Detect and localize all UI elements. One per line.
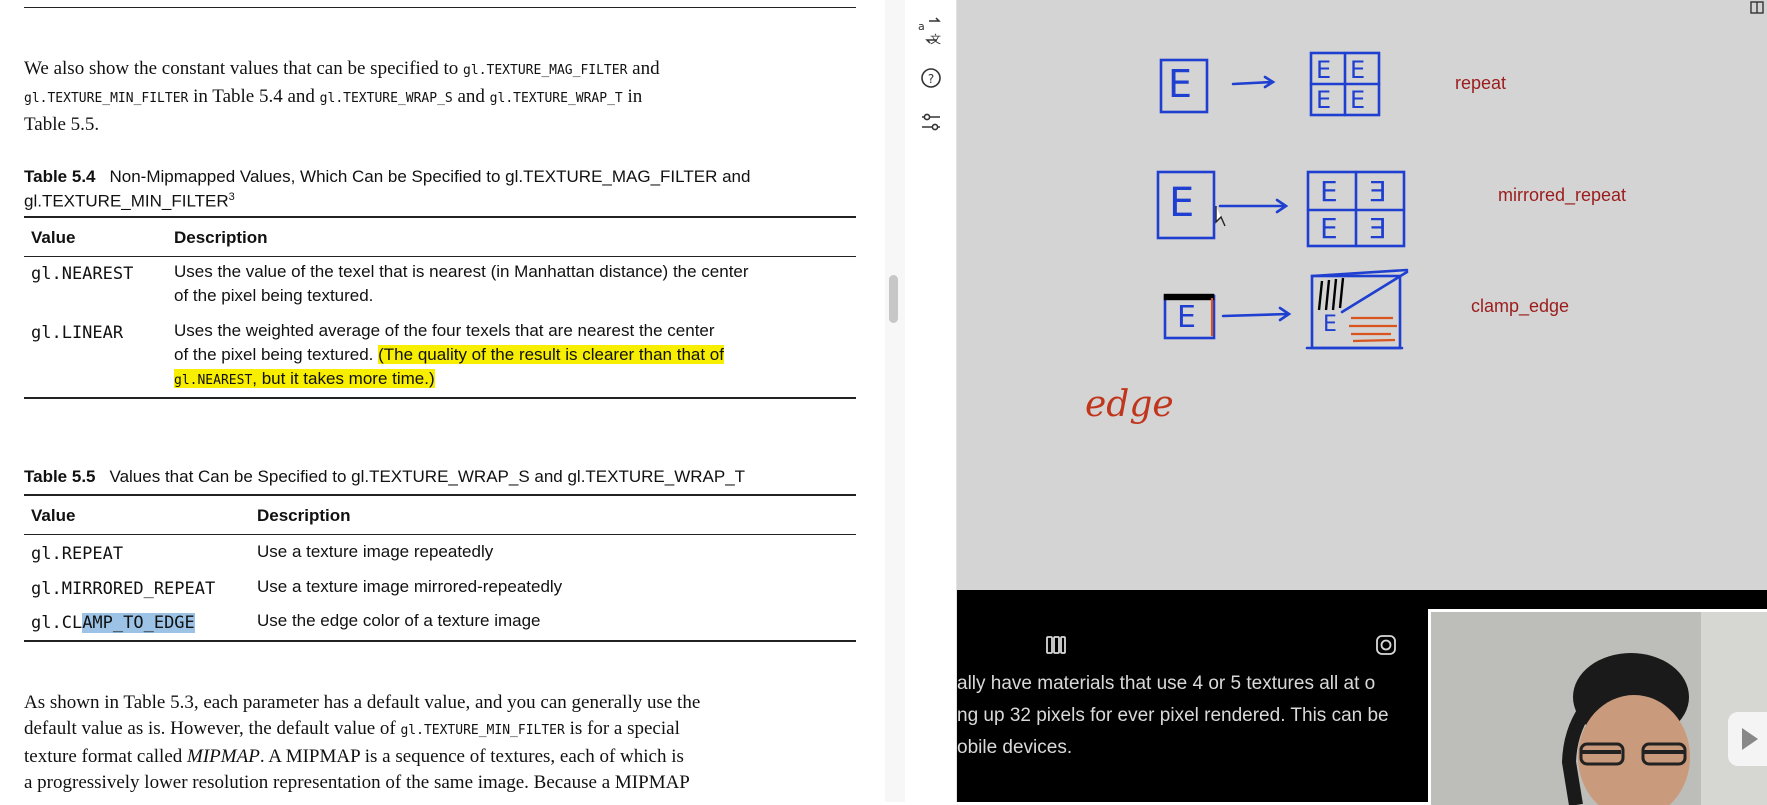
whiteboard-glyph: E	[1169, 180, 1195, 226]
table-rule	[24, 494, 856, 496]
table-rule	[24, 256, 856, 257]
outro-text: As shown in Table 5.3, each parameter ha…	[24, 692, 701, 713]
document-scrollbar-thumb[interactable]	[889, 275, 898, 323]
outro-text: is for a special	[564, 718, 680, 739]
caption-text: gl.TEXTURE_MIN_FILTER	[24, 191, 229, 211]
whiteboard-glyph: E	[1177, 300, 1196, 335]
whiteboard-glyph: E	[1168, 62, 1193, 106]
code-wrap-t: gl.TEXTURE_WRAP_T	[489, 91, 623, 106]
whiteboard-glyph: E	[1316, 86, 1332, 114]
whiteboard-canvas[interactable]: E E E E E E E Ǝ E Ǝ E E repeat mirrored_…	[957, 0, 1767, 590]
table-cell-value: gl.LINEAR	[31, 323, 124, 343]
code-mag-filter: gl.TEXTURE_MAG_FILTER	[463, 63, 628, 78]
highlighted-annotation[interactable]: (The quality of the result is clearer th…	[378, 345, 724, 364]
svg-text:文: 文	[930, 32, 941, 46]
table-cell-description: Use the edge color of a texture image	[257, 611, 541, 630]
outro-text: a progressively lower resolution represe…	[24, 772, 690, 793]
table-rule	[24, 534, 856, 535]
column-header-description: Description	[174, 228, 268, 247]
column-header-value: Value	[31, 228, 76, 247]
table-cell-description: Uses the value of the texel that is near…	[174, 260, 749, 308]
intro-text: in Table 5.4 and	[188, 86, 320, 107]
outro-paragraph: As shown in Table 5.3, each parameter ha…	[24, 690, 854, 796]
table-rule	[24, 216, 856, 218]
sliders-icon[interactable]	[915, 106, 947, 138]
code-min-filter: gl.TEXTURE_MIN_FILTER	[400, 723, 565, 738]
top-rule	[24, 7, 856, 8]
intro-text: and	[452, 86, 490, 107]
caption-text: Values that Can be Specified to gl.TEXTU…	[109, 467, 746, 486]
whiteboard-glyph-mirrored: Ǝ	[1369, 212, 1387, 245]
columns-icon[interactable]	[1045, 634, 1067, 656]
intro-text: and	[627, 58, 660, 79]
column-header-description: Description	[257, 506, 351, 525]
play-button[interactable]	[1728, 712, 1767, 766]
document-scrollbar-track[interactable]	[885, 0, 905, 802]
whiteboard-glyph: E	[1350, 86, 1366, 114]
intro-text: Table 5.5.	[24, 114, 100, 135]
whiteboard-glyph: E	[1323, 312, 1337, 337]
subtitle-line: ally have materials that use 4 or 5 text…	[957, 673, 1376, 694]
label-mirrored-repeat: mirrored_repeat	[1498, 185, 1627, 205]
camera-icon[interactable]	[1375, 634, 1397, 656]
footnote-ref[interactable]: 3	[229, 191, 235, 203]
column-header-value: Value	[31, 506, 76, 525]
emphasis-mipmap: MIPMAP	[187, 746, 260, 767]
svg-text:?: ?	[928, 72, 934, 86]
outro-text: texture format called	[24, 746, 188, 767]
table-cell-value: gl.NEAREST	[31, 264, 134, 284]
text-selection[interactable]: AMP_TO_EDGE	[82, 613, 195, 633]
table-cell-description: Use a texture image mirrored-repeatedly	[257, 577, 563, 596]
table-cell-value: gl.MIRRORED_REPEAT	[31, 579, 216, 599]
translate-icon[interactable]: a 文	[915, 16, 947, 48]
intro-text: in	[622, 86, 643, 107]
code-wrap-s: gl.TEXTURE_WRAP_S	[319, 91, 453, 106]
desc-text: Uses the weighted average of the four te…	[174, 321, 715, 340]
whiteboard-glyph: E	[1316, 56, 1332, 84]
desc-text: of the pixel being textured.	[174, 286, 374, 305]
svg-text:a: a	[918, 20, 925, 33]
whiteboard-glyph-mirrored: Ǝ	[1369, 175, 1387, 208]
code-min-filter: gl.TEXTURE_MIN_FILTER	[24, 91, 189, 106]
table-5-5-caption: Table 5.5 Values that Can be Specified to…	[24, 466, 854, 487]
desc-text: Uses the value of the texel that is near…	[174, 262, 749, 281]
table-rule	[24, 397, 856, 399]
code-nearest: gl.NEAREST	[174, 373, 253, 388]
label-repeat: repeat	[1455, 73, 1507, 93]
subtitle-line: ng up 32 pixels for ever pixel rendered.…	[957, 705, 1389, 726]
tool-column: a 文 ?	[905, 0, 957, 802]
table-number: Table 5.4	[24, 167, 96, 186]
table-cell-description: Uses the weighted average of the four te…	[174, 319, 724, 393]
table-cell-value[interactable]: gl.CLAMP_TO_EDGE	[31, 611, 195, 635]
table-cell-description: Use a texture image repeatedly	[257, 542, 494, 561]
label-clamp-edge: clamp_edge	[1471, 296, 1570, 316]
whiteboard-glyph: E	[1320, 212, 1338, 245]
help-icon[interactable]: ?	[915, 62, 947, 94]
intro-text: We also show the constant values that ca…	[24, 58, 464, 79]
window-corner-icon[interactable]	[1747, 0, 1767, 16]
webcam-overlay[interactable]	[1428, 609, 1767, 805]
label-edge: edge	[1085, 384, 1174, 425]
whiteboard-glyph: E	[1350, 56, 1366, 84]
document-pane[interactable]: We also show the constant values that ca…	[0, 0, 885, 802]
value-text: gl.CL	[31, 613, 83, 633]
cursor-icon	[1215, 206, 1226, 227]
subtitle-line: obile devices.	[957, 737, 1073, 758]
outro-text: . A MIPMAP is a sequence of textures, ea…	[259, 746, 684, 767]
table-5-4-caption: Table 5.4 Non-Mipmapped Values, Which Can…	[24, 166, 854, 212]
desc-text: of the pixel being textured.	[174, 345, 379, 364]
table-cell-value: gl.REPEAT	[31, 544, 124, 564]
highlighted-annotation[interactable]: gl.NEAREST, but it takes more time.)	[174, 369, 435, 388]
caption-text: Non-Mipmapped Values, Which Can be Speci…	[109, 167, 751, 186]
outro-text: default value as is. However, the defaul…	[24, 718, 401, 739]
desc-text: , but it takes more time.)	[252, 369, 435, 388]
table-rule	[24, 640, 856, 642]
webcam-feed	[1431, 612, 1767, 805]
table-number: Table 5.5	[24, 467, 96, 486]
whiteboard-glyph: E	[1320, 175, 1338, 208]
intro-paragraph: We also show the constant values that ca…	[24, 56, 854, 138]
